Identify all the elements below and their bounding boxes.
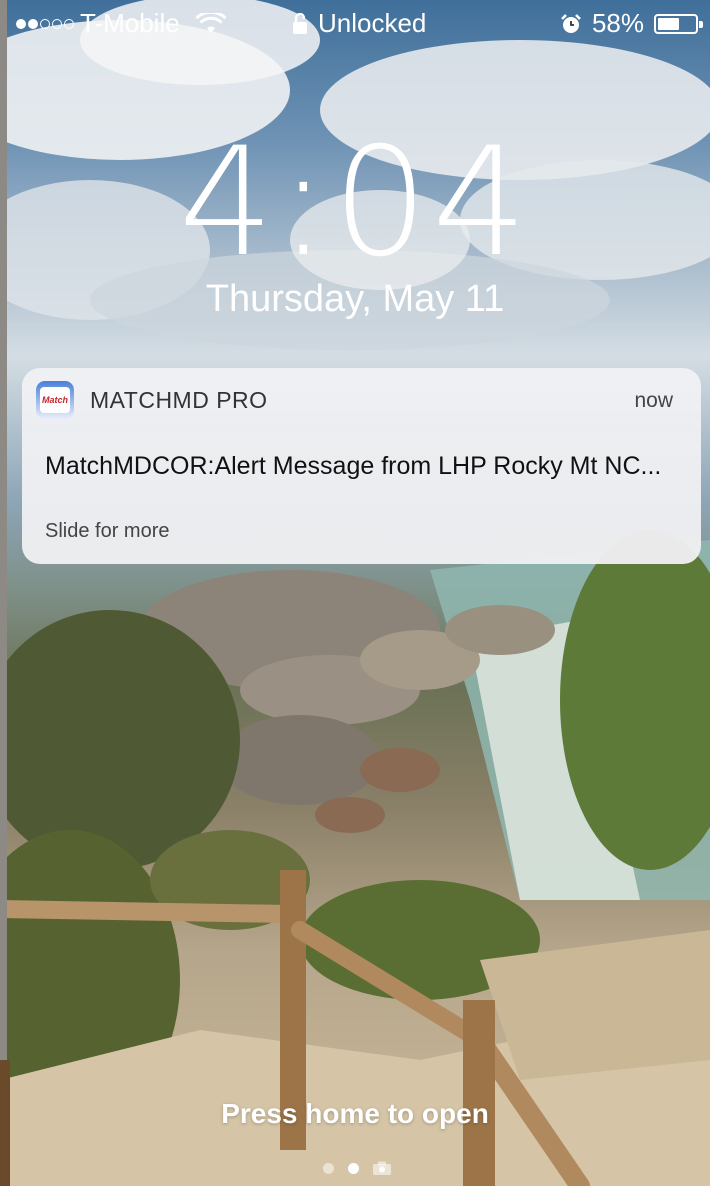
- notification-header: Match MATCHMD PRO now: [22, 368, 701, 432]
- lock-date: Thursday, May 11: [205, 278, 505, 320]
- matchmd-app-icon: Match: [36, 381, 74, 419]
- lock-status: Unlocked: [318, 8, 427, 38]
- battery-percent: 58%: [591, 8, 644, 38]
- status-left: T-Mobile: [16, 8, 226, 39]
- app-logo-icon: Match: [40, 387, 70, 413]
- signal-strength-icon: [16, 18, 74, 29]
- signal-dot: [64, 18, 74, 29]
- signal-dot: [40, 18, 50, 29]
- battery-icon: [654, 13, 703, 34]
- notification-time: now: [634, 389, 673, 412]
- notification-card[interactable]: Match MATCHMD PRO now MatchMDCOR:Alert M…: [22, 368, 701, 564]
- carrier-name: T-Mobile: [80, 8, 180, 38]
- press-home-instruction: Press home to open: [221, 1098, 489, 1129]
- status-bar: T-Mobile Unlocked 58%: [0, 0, 710, 46]
- signal-dot: [52, 18, 62, 29]
- signal-dot: [28, 18, 38, 29]
- status-right: 58%: [560, 8, 703, 39]
- battery-fill: [658, 17, 679, 30]
- signal-dot: [16, 18, 26, 29]
- page-dot-today-view: [323, 1162, 334, 1174]
- page-dot-lock-screen: [348, 1162, 359, 1174]
- page-indicator: [323, 1161, 391, 1175]
- notification-message: MatchMDCOR:Alert Message from LHP Rocky …: [45, 452, 662, 480]
- notification-body: MatchMDCOR:Alert Message from LHP Rocky …: [22, 432, 701, 564]
- battery-nub: [699, 20, 703, 28]
- lock-screen: T-Mobile Unlocked 58% 4:04 Thursday, May…: [0, 0, 710, 1186]
- wifi-icon: [195, 12, 226, 33]
- camera-icon[interactable]: [373, 1161, 391, 1175]
- status-center: Unlocked: [292, 8, 426, 39]
- unlocked-padlock-icon: [293, 12, 307, 34]
- alarm-clock-icon: [561, 13, 581, 33]
- notification-app-name: MATCHMD PRO: [90, 387, 268, 413]
- lock-clock: 4:04: [178, 116, 532, 290]
- notification-hint: Slide for more: [45, 520, 170, 542]
